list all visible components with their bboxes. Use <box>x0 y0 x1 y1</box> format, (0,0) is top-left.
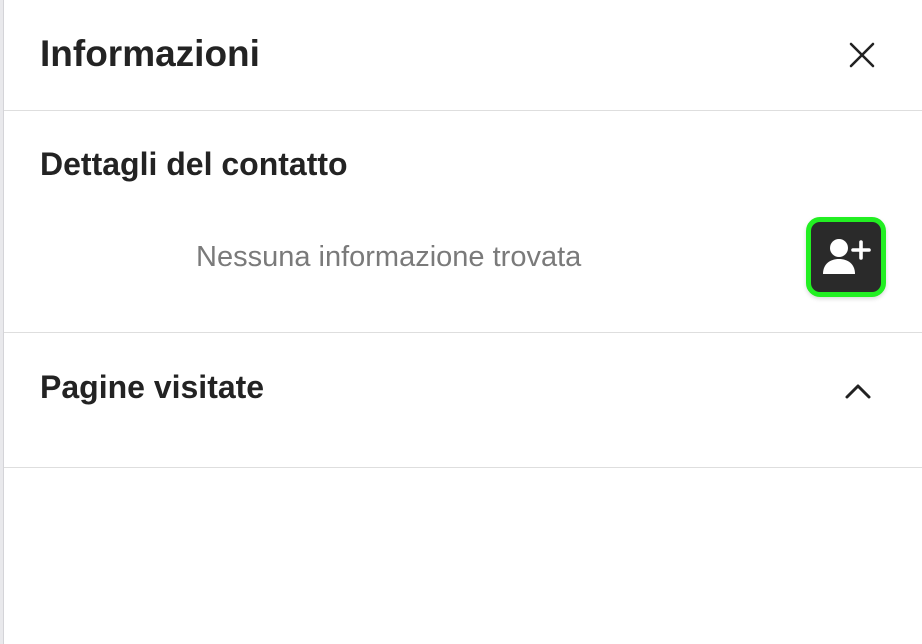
info-panel: Informazioni Dettagli del contatto Nessu… <box>4 0 922 644</box>
contact-details-section: Dettagli del contatto Nessuna informazio… <box>4 111 922 333</box>
contact-details-title: Dettagli del contatto <box>40 146 348 182</box>
visited-pages-title: Pagine visitate <box>40 369 265 405</box>
panel-header: Informazioni <box>4 0 922 111</box>
empty-state-message: Nessuna informazione trovata <box>196 241 582 273</box>
panel-title: Informazioni <box>40 33 260 74</box>
close-button[interactable] <box>840 33 884 77</box>
visited-pages-section: Pagine visitate <box>4 333 922 468</box>
collapse-toggle-button[interactable] <box>834 367 882 415</box>
add-contact-button[interactable] <box>806 217 886 297</box>
chevron-up-icon <box>845 384 871 399</box>
close-icon <box>849 42 875 68</box>
person-add-icon <box>823 239 871 274</box>
